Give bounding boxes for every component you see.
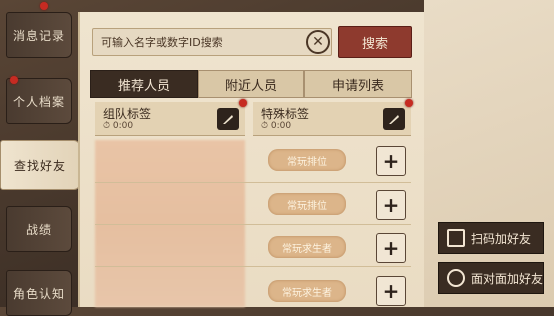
- right-panel: [424, 0, 554, 307]
- tab-applications[interactable]: 申请列表: [304, 70, 412, 98]
- tag-pill: 常玩排位: [268, 149, 346, 171]
- tab-nearby[interactable]: 附近人员: [198, 70, 304, 98]
- face-to-face-add-button[interactable]: 面对面加好友: [438, 262, 544, 294]
- sidebar-item-messages[interactable]: 消息记录: [6, 12, 72, 58]
- tab-recommended[interactable]: 推荐人员: [90, 70, 198, 98]
- notification-dot: [405, 99, 413, 107]
- row-divider: [95, 266, 411, 267]
- add-friend-button[interactable]: +: [376, 233, 406, 263]
- sidebar-item-record[interactable]: 战绩: [6, 206, 72, 252]
- add-friend-button[interactable]: +: [376, 190, 406, 220]
- tag-pill: 常玩求生者: [268, 236, 346, 258]
- sidebar-item-label: 个人档案: [12, 94, 65, 109]
- notification-dot: [40, 2, 48, 10]
- tag-pill: 常玩求生者: [268, 280, 346, 302]
- add-friend-button[interactable]: +: [376, 146, 406, 176]
- add-friend-button[interactable]: +: [376, 276, 406, 306]
- tag-pill: 常玩排位: [268, 193, 346, 215]
- team-tag-title: 组队标签: [103, 107, 152, 121]
- sidebar-item-label: 角色认知: [12, 286, 65, 301]
- special-tag-time: ⏱ 0:00: [261, 121, 292, 131]
- search-placeholder: 可输入名字或数字ID搜索: [101, 36, 223, 49]
- sidebar-item-label: 战绩: [25, 222, 52, 237]
- notification-dot: [10, 76, 18, 84]
- sidebar-item-label: 消息记录: [12, 28, 65, 43]
- person-icon: [447, 269, 465, 287]
- quill-edit-icon[interactable]: [217, 108, 239, 130]
- quill-edit-icon[interactable]: [383, 108, 405, 130]
- special-tag-title: 特殊标签: [261, 107, 310, 121]
- search-button[interactable]: 搜索: [338, 26, 412, 58]
- special-tag-header: 特殊标签 ⏱ 0:00: [253, 99, 413, 136]
- sidebar-item-label: 查找好友: [13, 158, 66, 173]
- sidebar-item-find-friends[interactable]: 查找好友: [0, 140, 80, 190]
- sidebar-item-character[interactable]: 角色认知: [6, 270, 72, 316]
- search-input[interactable]: 可输入名字或数字ID搜索: [92, 28, 332, 56]
- row-divider: [95, 224, 411, 225]
- sidebar: 消息记录 个人档案 查找好友 战绩 角色认知: [0, 0, 80, 316]
- row-divider: [95, 182, 411, 183]
- qr-scan-icon: [447, 229, 465, 247]
- sidebar-item-profile[interactable]: 个人档案: [6, 78, 72, 124]
- team-tag-time: ⏱ 0:00: [103, 121, 134, 131]
- clear-icon[interactable]: ✕: [306, 30, 330, 54]
- scan-add-friend-button[interactable]: 扫码加好友: [438, 222, 544, 254]
- notification-dot: [239, 99, 247, 107]
- team-tag-header: 组队标签 ⏱ 0:00: [95, 99, 247, 136]
